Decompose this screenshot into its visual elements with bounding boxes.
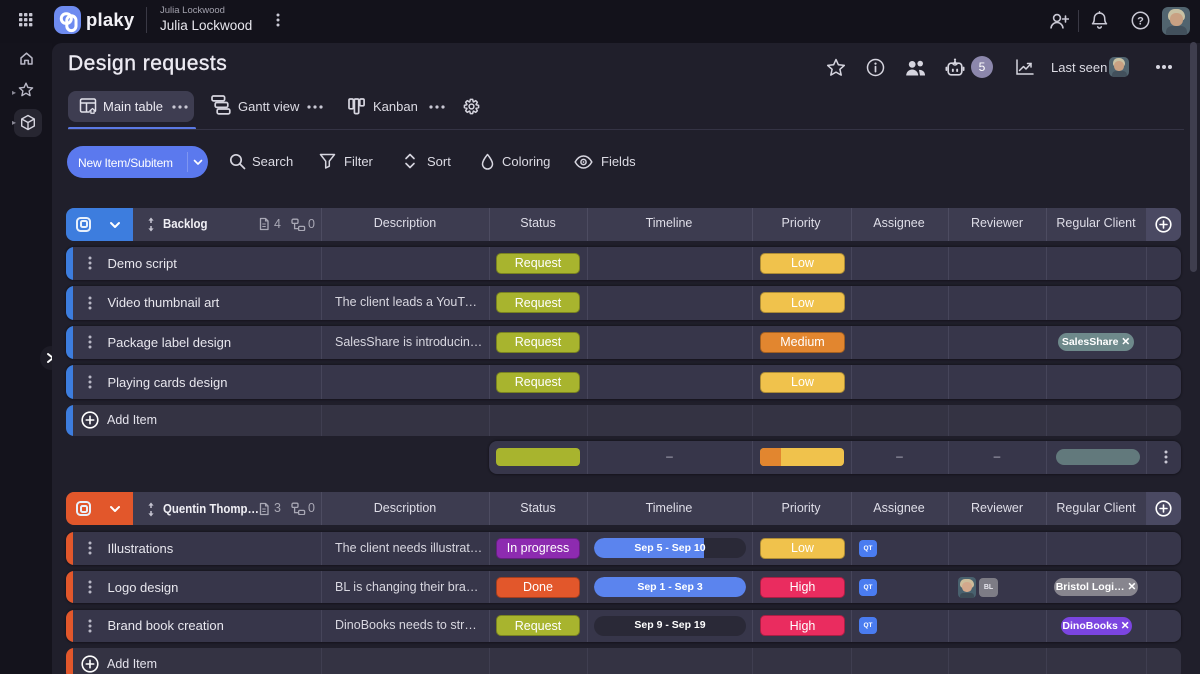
svg-text:?: ? [1137, 15, 1144, 27]
